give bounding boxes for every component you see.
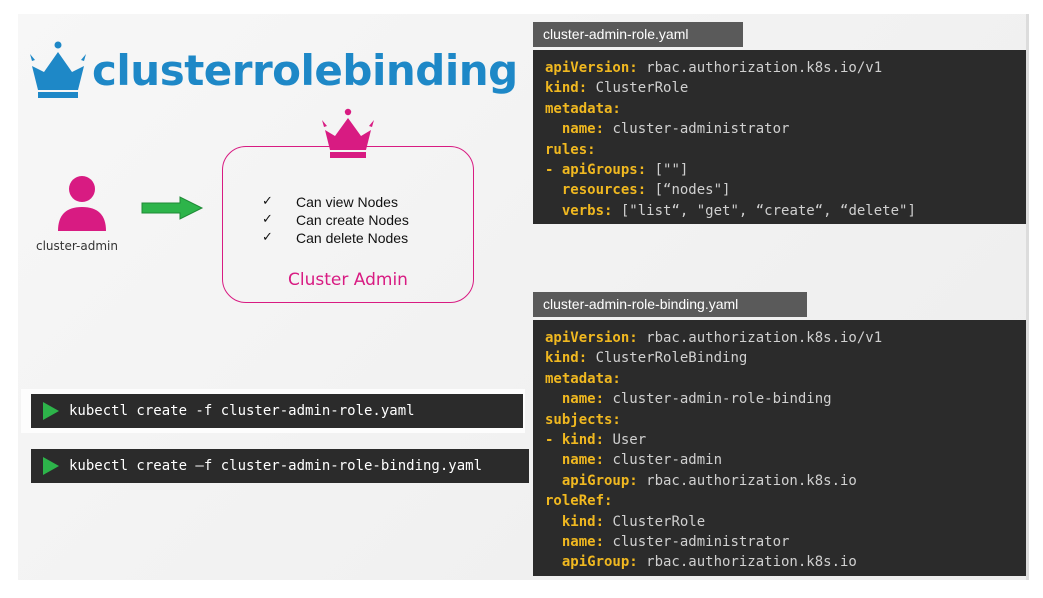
yaml-value: ClusterRoleBinding: [587, 350, 748, 367]
yaml-key: name:: [561, 391, 605, 408]
user-icon: [58, 176, 106, 231]
code-line: apiVersion: rbac.authorization.k8s.io/v1: [545, 328, 1026, 348]
code-line: name: cluster-admin: [545, 450, 1026, 470]
permission-item: ✓ Can view Nodes: [262, 193, 409, 211]
command-text: kubectl create -f cluster-admin-role.yam…: [69, 403, 415, 419]
code-line: metadata:: [545, 369, 1026, 389]
code-line: apiVersion: rbac.authorization.k8s.io/v1: [545, 58, 1026, 78]
code-line: kind: ClusterRole: [545, 78, 1026, 98]
yaml-value: cluster-admin: [604, 452, 723, 469]
permission-item: ✓ Can delete Nodes: [262, 229, 409, 247]
yaml-value: cluster-administrator: [604, 533, 790, 550]
check-icon: ✓: [262, 194, 273, 209]
permission-label: Can create Nodes: [296, 212, 409, 228]
command-line[interactable]: kubectl create –f cluster-admin-role-bin…: [31, 449, 529, 483]
command-text: kubectl create –f cluster-admin-role-bin…: [69, 458, 483, 474]
user-label: cluster-admin: [36, 239, 118, 253]
yaml-key: roleRef:: [545, 493, 613, 510]
yaml-value: cluster-admin-role-binding: [604, 391, 832, 408]
page-title: clusterrolebinding: [92, 46, 518, 95]
yaml-value: User: [604, 431, 647, 448]
yaml-key: apiVersion:: [545, 330, 638, 346]
permission-item: ✓ Can create Nodes: [262, 211, 409, 229]
file-tab: cluster-admin-role.yaml: [533, 22, 743, 47]
yaml-value: ["list“, "get", “create“, “delete"]: [612, 202, 916, 219]
yaml-key: subjects:: [545, 411, 621, 428]
yaml-value: [""]: [646, 161, 689, 178]
code-line: resources: [“nodes"]: [545, 180, 1026, 200]
yaml-value: cluster-administrator: [604, 121, 790, 138]
yaml-key: apiGroup:: [561, 472, 638, 489]
command-line[interactable]: kubectl create -f cluster-admin-role.yam…: [31, 394, 523, 428]
code-line: name: cluster-admin-role-binding: [545, 389, 1026, 409]
yaml-key: name:: [561, 121, 605, 138]
code-line: roleRef:: [545, 491, 1026, 511]
yaml-key: name:: [561, 452, 605, 469]
play-icon: [43, 457, 59, 475]
code-indent: -: [545, 431, 562, 448]
permission-label: Can delete Nodes: [296, 230, 409, 246]
yaml-key: apiGroup:: [561, 554, 638, 571]
code-line: kind: ClusterRoleBinding: [545, 348, 1026, 368]
code-line: name: cluster-administrator: [545, 532, 1026, 552]
yaml-key: kind:: [561, 431, 605, 448]
code-line: apiGroup: rbac.authorization.k8s.io: [545, 471, 1026, 491]
role-name: Cluster Admin: [288, 270, 408, 290]
slide-edge: [1026, 14, 1029, 580]
yaml-value: [“nodes"]: [646, 182, 731, 199]
yaml-value: rbac.authorization.k8s.io: [637, 554, 857, 571]
code-block: apiVersion: rbac.authorization.k8s.io/v1…: [533, 320, 1026, 576]
yaml-value: ClusterRole: [587, 80, 689, 97]
code-line: - kind: User: [545, 430, 1026, 450]
yaml-value: rbac.authorization.k8s.io: [637, 472, 857, 489]
yaml-key: metadata:: [545, 100, 621, 117]
code-block: apiVersion: rbac.authorization.k8s.io/v1…: [533, 50, 1026, 224]
yaml-key: name:: [561, 533, 605, 550]
code-line: kind: ClusterRole: [545, 512, 1026, 532]
crown-icon: [30, 41, 86, 98]
code-line: - apiGroups: [""]: [545, 160, 1026, 180]
permission-label: Can view Nodes: [296, 194, 398, 210]
code-line: apiGroup: rbac.authorization.k8s.io: [545, 552, 1026, 572]
code-line: verbs: ["list“, "get", “create“, “delete…: [545, 201, 1026, 221]
code-line: subjects:: [545, 410, 1026, 430]
yaml-value: ClusterRole: [604, 513, 706, 530]
arrow-right-icon: [141, 196, 204, 220]
yaml-value: rbac.authorization.k8s.io/v1: [637, 330, 883, 346]
yaml-key: kind:: [561, 513, 605, 530]
yaml-key: rules:: [545, 141, 596, 158]
code-indent: -: [545, 161, 562, 178]
yaml-key: metadata:: [545, 370, 621, 387]
yaml-key: kind:: [545, 80, 588, 97]
yaml-key: resources:: [561, 182, 647, 199]
check-icon: ✓: [262, 230, 273, 245]
yaml-key: kind:: [545, 350, 588, 367]
play-icon: [43, 402, 59, 420]
crown-icon: [322, 108, 374, 158]
yaml-value: rbac.authorization.k8s.io/v1: [637, 60, 883, 76]
yaml-key: apiGroups:: [561, 161, 647, 178]
check-icon: ✓: [262, 212, 273, 227]
code-line: metadata:: [545, 99, 1026, 119]
code-line: name: cluster-administrator: [545, 119, 1026, 139]
code-line: rules:: [545, 140, 1026, 160]
permission-list: ✓ Can view Nodes ✓ Can create Nodes ✓ Can d…: [262, 193, 409, 247]
yaml-key: apiVersion:: [545, 60, 638, 76]
yaml-key: verbs:: [561, 202, 613, 219]
file-tab: cluster-admin-role-binding.yaml: [533, 292, 807, 317]
